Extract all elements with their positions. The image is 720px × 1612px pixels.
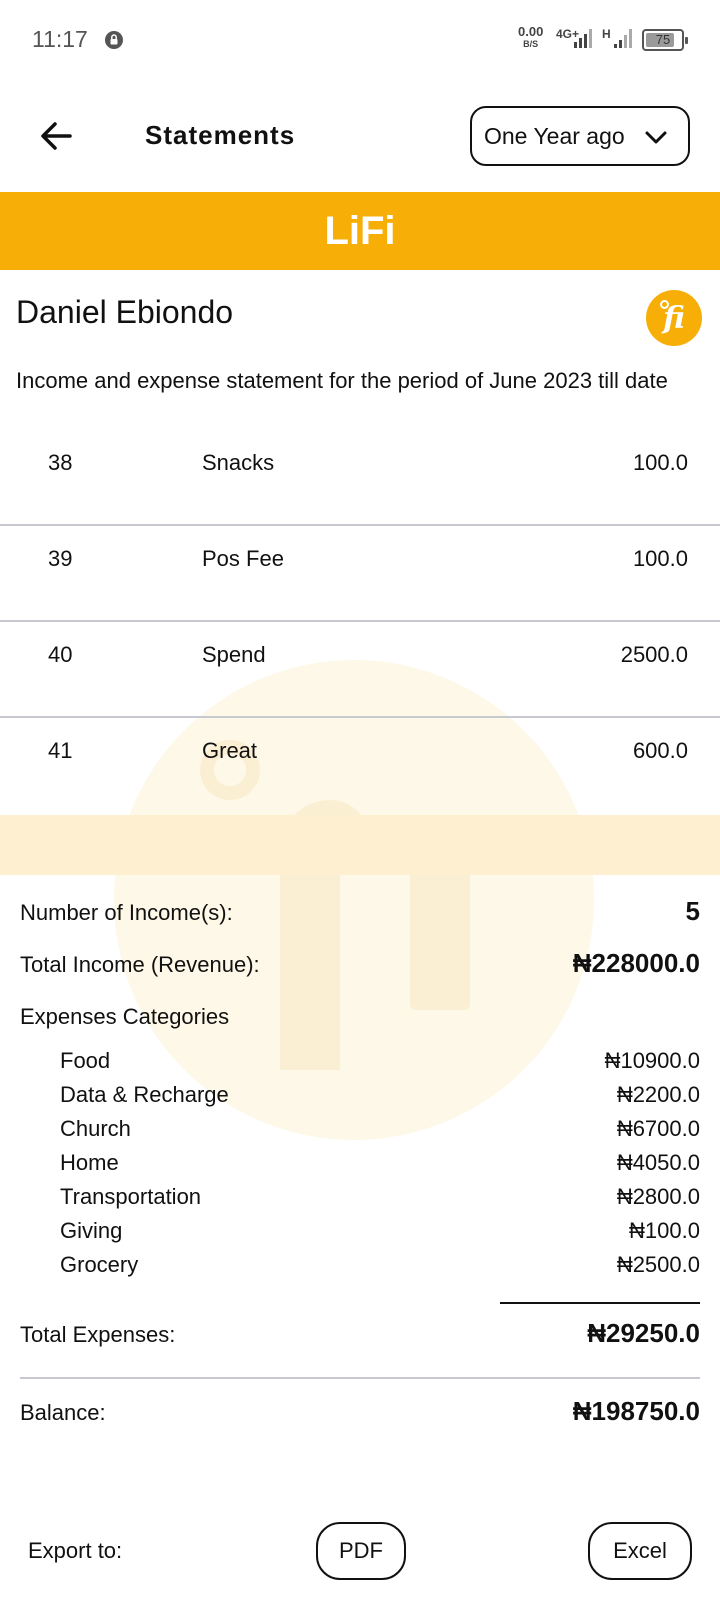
table-row: 40 Spend 2500.0 [0, 622, 720, 718]
transaction-amount: 2500.0 [620, 642, 688, 667]
transaction-amount: 100.0 [632, 450, 688, 475]
category-amount: ₦10900.0 [604, 1048, 700, 1073]
list-item: Transportation ₦2800.0 [60, 1184, 700, 1218]
table-row: 41 Great 600.0 [0, 718, 720, 814]
list-item: Giving ₦100.0 [60, 1218, 700, 1252]
watermark-mark [410, 870, 470, 1010]
list-item: Home ₦4050.0 [60, 1150, 700, 1184]
statement-description: Income and expense statement for the per… [16, 368, 668, 393]
transaction-number: 38 [48, 450, 73, 475]
income-count-label: Number of Income(s): [20, 900, 233, 925]
battery-icon: 75 [642, 29, 688, 51]
export-excel-button[interactable]: Excel [588, 1522, 692, 1580]
vpn-icon [105, 31, 123, 49]
arrow-left-icon [41, 122, 72, 150]
transaction-number: 41 [48, 738, 73, 763]
transaction-number: 40 [48, 642, 73, 667]
transaction-description: Pos Fee [202, 546, 284, 571]
category-name: Giving [60, 1218, 123, 1243]
balance-label: Balance: [20, 1400, 106, 1425]
category-name: Church [60, 1116, 131, 1141]
category-amount: ₦2200.0 [616, 1082, 700, 1107]
total-expenses-value: ₦29250.0 [587, 1318, 700, 1348]
transaction-description: Snacks [202, 450, 275, 475]
app-bar: Statements One Year ago [0, 96, 720, 176]
section-divider [0, 815, 720, 875]
category-amount: ₦100.0 [629, 1218, 700, 1243]
balance-value: ₦198750.0 [572, 1396, 700, 1426]
category-amount: ₦2500.0 [616, 1252, 700, 1277]
list-item: Food ₦10900.0 [60, 1048, 700, 1082]
total-income-value: ₦228000.0 [572, 948, 700, 978]
list-item: Church ₦6700.0 [60, 1116, 700, 1150]
transaction-description: Great [202, 738, 258, 763]
signal-h-icon: H [602, 26, 638, 55]
category-name: Grocery [60, 1252, 139, 1277]
svg-text:4G+: 4G+ [556, 27, 579, 41]
category-amount: ₦6700.0 [616, 1116, 700, 1141]
total-income-label: Total Income (Revenue): [20, 952, 260, 977]
signal-4g-icon: 4G+ [556, 26, 598, 55]
category-name: Food [60, 1048, 111, 1073]
status-time: 11:17 [32, 26, 88, 52]
back-button[interactable] [34, 114, 78, 158]
transaction-description: Spend [202, 642, 266, 667]
transaction-amount: 100.0 [632, 546, 688, 571]
category-name: Transportation [60, 1184, 202, 1209]
income-count-value: 5 [685, 896, 700, 926]
subtotal-rule [500, 1302, 700, 1304]
export-bar: Export to: PDF Excel [0, 1522, 720, 1582]
list-item: Grocery ₦2500.0 [60, 1252, 700, 1286]
transaction-list: 38 Snacks 100.0 39 Pos Fee 100.0 40 Spen… [0, 430, 720, 814]
category-amount: ₦4050.0 [616, 1150, 700, 1175]
transaction-amount: 600.0 [632, 738, 688, 763]
transaction-number: 39 [48, 546, 73, 571]
divider [20, 1377, 700, 1379]
period-dropdown-value: One Year ago [484, 122, 625, 149]
brand-banner: LiFi [0, 192, 720, 270]
list-item: Data & Recharge ₦2200.0 [60, 1082, 700, 1116]
period-dropdown[interactable]: One Year ago [470, 106, 690, 166]
expense-categories-heading: Expenses Categories [20, 1004, 230, 1029]
net-speed: 0.00 B/S [518, 24, 544, 49]
category-amount: ₦2800.0 [616, 1184, 700, 1209]
status-bar: 11:17 0.00 B/S 4G+ H 75 [0, 0, 720, 80]
table-row: 39 Pos Fee 100.0 [0, 526, 720, 622]
svg-text:H: H [602, 27, 611, 41]
category-name: Home [60, 1150, 119, 1175]
chevron-down-icon [645, 131, 667, 144]
export-label: Export to: [28, 1538, 123, 1563]
total-expenses-label: Total Expenses: [20, 1322, 176, 1347]
table-row: 38 Snacks 100.0 [0, 430, 720, 526]
user-name: Daniel Ebiondo [16, 294, 234, 330]
brand-name: LiFi [324, 208, 396, 253]
page-title: Statements [145, 120, 296, 150]
export-pdf-button[interactable]: PDF [316, 1522, 406, 1580]
category-name: Data & Recharge [60, 1082, 229, 1107]
lifi-logo-icon: fi [646, 290, 702, 346]
